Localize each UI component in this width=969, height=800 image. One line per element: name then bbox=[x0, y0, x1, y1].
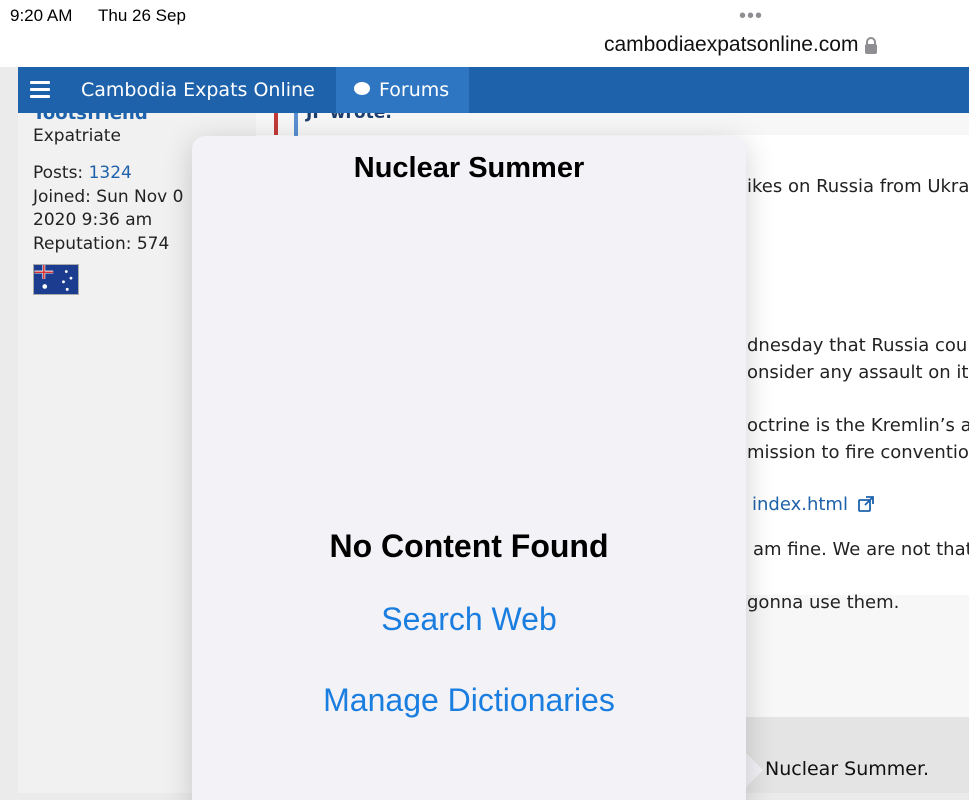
status-bar: 9:20 AM Thu 26 Sep ••• cambodiaexpatsonl… bbox=[0, 0, 969, 67]
post-line: octrine is the Kremlin’s an bbox=[747, 415, 969, 436]
popover-arrow bbox=[745, 752, 763, 788]
no-content-message: No Content Found bbox=[329, 528, 609, 564]
forums-tab[interactable]: Forums bbox=[336, 67, 469, 113]
forums-label: Forums bbox=[379, 79, 450, 101]
post-link-text: index.html bbox=[752, 494, 848, 515]
reply-area bbox=[742, 717, 969, 793]
chat-bubble-icon bbox=[354, 82, 370, 95]
address-bar[interactable]: cambodiaexpatsonline.com bbox=[604, 33, 878, 57]
forum-navbar: Cambodia Expats Online Forums bbox=[18, 67, 969, 113]
post-line: mission to fire conventiona bbox=[747, 442, 969, 463]
posts-count-link[interactable]: 1324 bbox=[89, 163, 132, 183]
search-web-button[interactable]: Search Web bbox=[192, 601, 746, 638]
url-text: cambodiaexpatsonline.com bbox=[604, 33, 859, 56]
post-line: dnesday that Russia could bbox=[747, 335, 969, 356]
author-reputation: Reputation: 574 bbox=[33, 234, 170, 254]
popover-title: Nuclear Summer bbox=[353, 152, 585, 184]
status-time: 9:20 AM bbox=[10, 6, 73, 25]
posts-label: Posts: bbox=[33, 163, 84, 183]
author-joined-line2: 2020 9:36 am bbox=[33, 210, 153, 230]
post-line: ikes on Russia from Ukrain bbox=[747, 176, 969, 197]
lock-icon bbox=[865, 36, 878, 54]
post-line: onsider any assault on it su bbox=[747, 362, 969, 383]
hamburger-menu-icon[interactable] bbox=[30, 81, 50, 98]
more-options-icon[interactable]: ••• bbox=[739, 6, 763, 26]
reply-text: Nuclear Summer. bbox=[765, 758, 930, 780]
status-date: Thu 26 Sep bbox=[98, 6, 186, 25]
manage-dictionaries-button[interactable]: Manage Dictionaries bbox=[192, 682, 746, 719]
quote-border-outer bbox=[274, 113, 278, 135]
author-posts: Posts: 1324 bbox=[33, 163, 132, 183]
author-rank: Expatriate bbox=[33, 126, 121, 146]
post-link[interactable]: index.html bbox=[752, 494, 874, 515]
post-line: am fine. We are not that bbox=[753, 539, 969, 560]
screen: 9:20 AM Thu 26 Sep ••• cambodiaexpatsonl… bbox=[0, 0, 969, 800]
dictionary-popover: Nuclear Summer No Content Found Search W… bbox=[192, 136, 746, 800]
site-title-link[interactable]: Cambodia Expats Online bbox=[81, 79, 315, 101]
external-link-icon bbox=[857, 496, 874, 512]
author-joined-line1: Joined: Sun Nov 0 bbox=[33, 187, 184, 207]
australia-flag-icon bbox=[33, 264, 79, 295]
post-line: gonna use them. bbox=[747, 592, 900, 613]
